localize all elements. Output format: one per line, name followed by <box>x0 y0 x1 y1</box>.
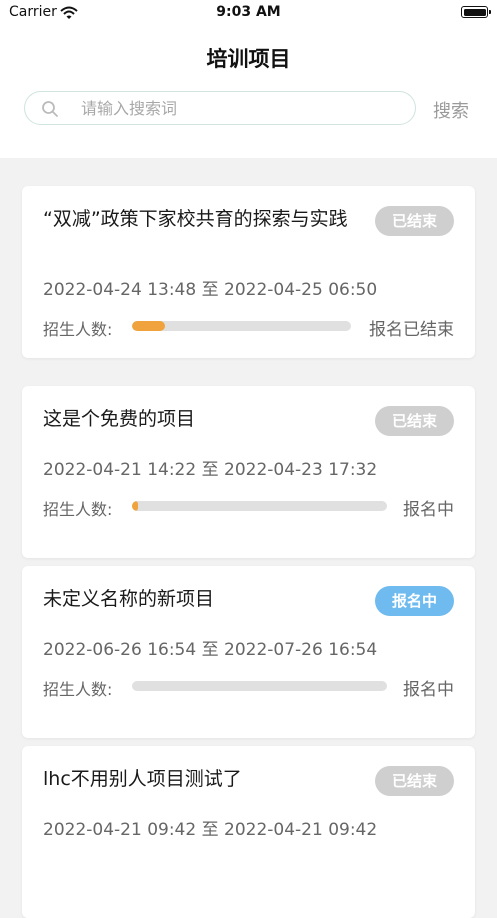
enroll-label: 招生人数: <box>43 680 113 699</box>
project-title: 未定义名称的新项目 <box>43 588 215 610</box>
page-title: 培训项目 <box>206 47 291 71</box>
status-badge: 已结束 <box>375 406 454 436</box>
status-badge: 报名中 <box>375 586 454 616</box>
status-time: 9:03 AM <box>216 4 281 20</box>
top-panel: Carrier 9:03 AM 培训项目 搜索 <box>0 0 497 158</box>
enroll-progress-bar <box>132 681 387 691</box>
project-date-range: 2022-04-24 13:48 至 2022-04-25 06:50 <box>43 280 378 300</box>
project-card[interactable]: 未定义名称的新项目 报名中 2022-06-26 16:54 至 2022-07… <box>22 566 475 738</box>
enroll-label: 招生人数: <box>43 500 113 519</box>
status-badge: 已结束 <box>375 766 454 796</box>
project-card[interactable]: lhc不用别人项目测试了 已结束 2022-04-21 09:42 至 2022… <box>22 746 475 918</box>
search-box[interactable] <box>24 91 416 125</box>
project-date-range: 2022-04-21 09:42 至 2022-04-21 09:42 <box>43 820 378 840</box>
battery-icon <box>461 6 491 18</box>
project-date-range: 2022-04-21 14:22 至 2022-04-23 17:32 <box>43 460 378 480</box>
project-title: “双减”政策下家校共育的探索与实践 <box>43 208 348 230</box>
enroll-status: 报名已结束 <box>369 320 454 340</box>
search-button[interactable]: 搜索 <box>433 97 469 123</box>
project-date-range: 2022-06-26 16:54 至 2022-07-26 16:54 <box>43 640 378 660</box>
project-card[interactable]: 这是个免费的项目 已结束 2022-04-21 14:22 至 2022-04-… <box>22 386 475 558</box>
search-icon <box>41 100 59 118</box>
enroll-progress-fill <box>132 321 165 331</box>
status-bar: Carrier 9:03 AM <box>0 0 497 26</box>
enroll-progress-bar <box>132 321 351 331</box>
enroll-status: 报名中 <box>403 500 454 520</box>
project-title: 这是个免费的项目 <box>43 408 196 430</box>
enroll-label: 招生人数: <box>43 320 113 339</box>
enroll-progress-fill <box>132 501 138 511</box>
search-input[interactable] <box>81 98 401 118</box>
project-title: lhc不用别人项目测试了 <box>43 768 242 790</box>
enroll-progress-bar <box>132 501 387 511</box>
enroll-status: 报名中 <box>403 680 454 700</box>
status-badge: 已结束 <box>375 206 454 236</box>
project-card[interactable]: “双减”政策下家校共育的探索与实践 已结束 2022-04-24 13:48 至… <box>22 186 475 358</box>
